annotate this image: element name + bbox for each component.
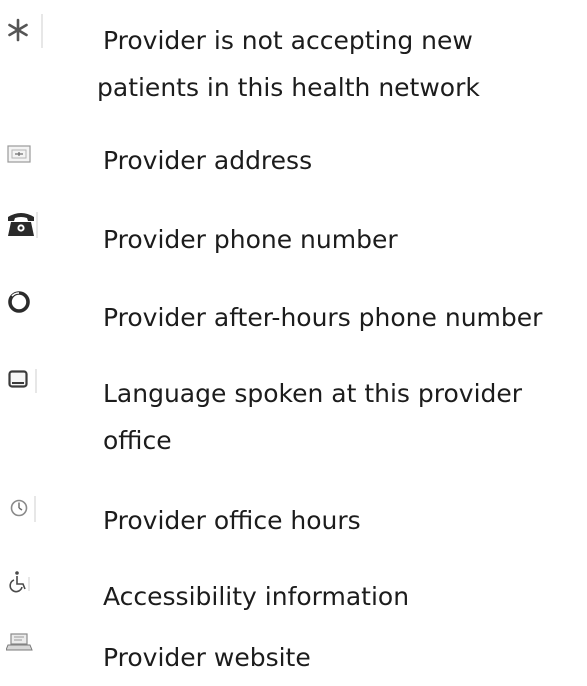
legend-label: Provider address [103, 146, 313, 175]
wheelchair-icon [6, 565, 46, 599]
legend-label: Language spoken at this provider [103, 379, 523, 408]
legend-label: Provider website [103, 643, 311, 672]
legend-label: Provider is not accepting new [103, 26, 473, 55]
address-card-icon [6, 142, 46, 176]
speech-bubble-icon [6, 365, 46, 399]
legend-label-continued: patients in this health network [97, 73, 480, 102]
legend-label: Provider office hours [103, 506, 361, 535]
clock-icon [6, 493, 46, 527]
telephone-icon [6, 208, 46, 242]
after-hours-circle-icon [6, 287, 46, 321]
legend-label: Accessibility information [103, 582, 410, 611]
asterisk-icon [6, 14, 46, 48]
legend-label: Provider phone number [103, 225, 398, 254]
provider-icon-legend: Provider is not accepting new patients i… [0, 0, 587, 686]
legend-label-continued: office [103, 426, 172, 455]
website-laptop-icon [6, 628, 46, 662]
legend-label: Provider after-hours phone number [103, 303, 543, 332]
